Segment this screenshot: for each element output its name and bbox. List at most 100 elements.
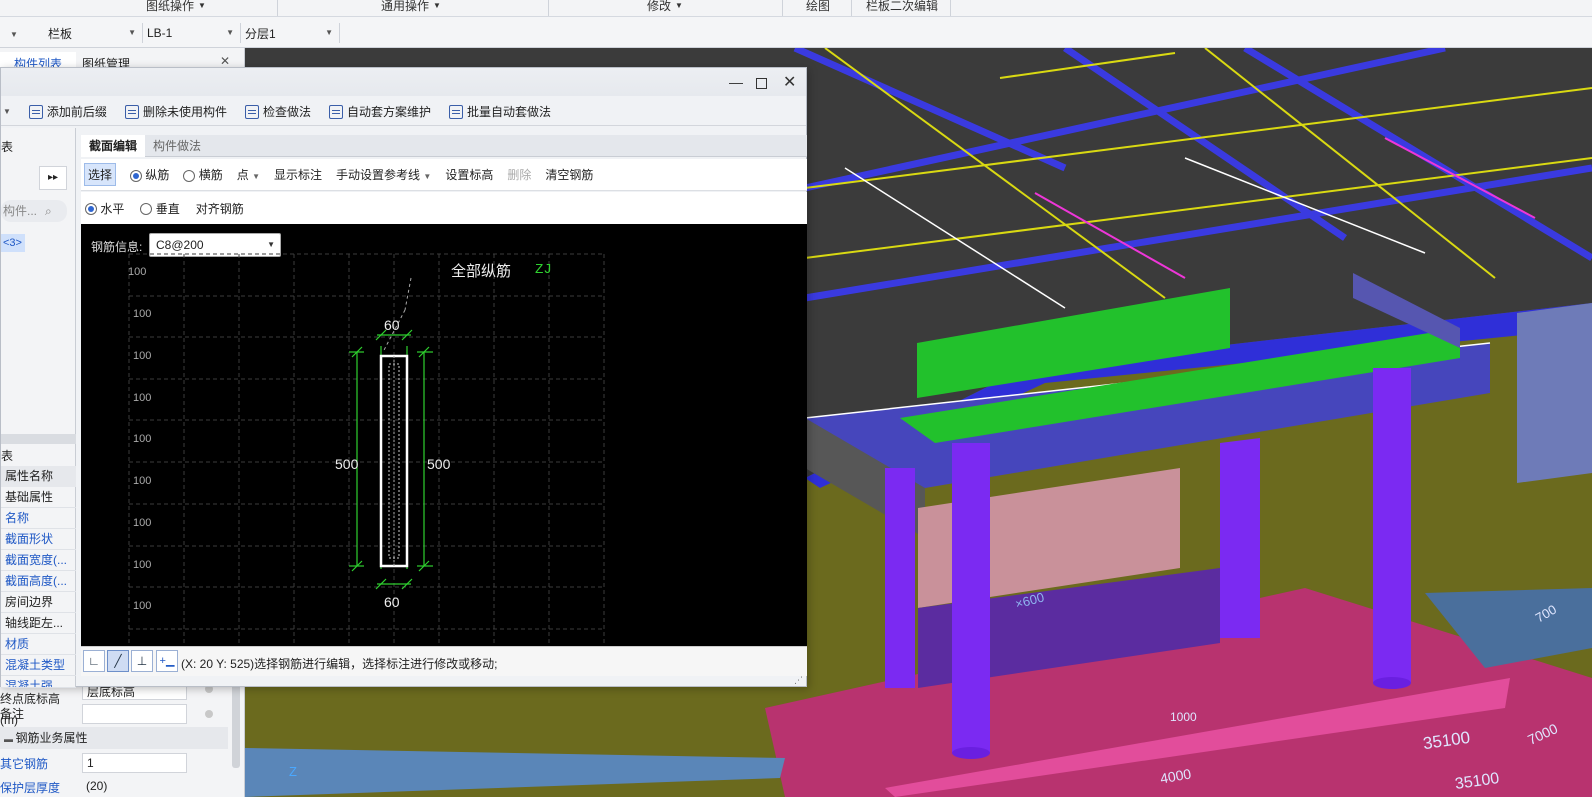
- leader-label[interactable]: 全部纵筋: [451, 260, 511, 281]
- other-rebar-input[interactable]: 1: [82, 753, 187, 773]
- grid-label: 100: [133, 308, 152, 320]
- manual-reference-dropdown[interactable]: 手动设置参考线 ▼: [336, 166, 431, 183]
- longitudinal-radio[interactable]: 纵筋: [130, 166, 169, 183]
- ribbon-group-common-ops[interactable]: 通用操作 ▼: [381, 0, 441, 13]
- divider: [950, 0, 951, 16]
- ribbon-group-drawing-ops[interactable]: 图纸操作 ▼: [146, 0, 206, 13]
- prop-row[interactable]: 房间边界: [1, 592, 76, 613]
- delete-list-icon: [124, 104, 139, 119]
- grid-label: 100: [133, 392, 152, 404]
- batch-auto-method-button[interactable]: 批量自动套做法: [448, 101, 551, 123]
- button-label: 添加前后缀: [46, 105, 107, 119]
- dim-right-height[interactable]: 500: [427, 456, 450, 472]
- prop-row[interactable]: 名称: [1, 508, 76, 529]
- expand-button[interactable]: ▸▸: [39, 166, 67, 190]
- prop-label: 混凝土类型: [5, 658, 66, 672]
- delete-button[interactable]: 删除: [507, 166, 531, 183]
- grid-label: 100: [133, 475, 152, 487]
- dim-bottom-width[interactable]: 60: [384, 594, 400, 610]
- select-button[interactable]: 选择: [84, 163, 117, 186]
- rebar-section-header[interactable]: ▬ 钢筋业务属性: [0, 727, 228, 749]
- minimize-icon[interactable]: —: [729, 74, 743, 90]
- radio-icon: [183, 169, 196, 182]
- clear-rebar-button[interactable]: 清空钢筋: [545, 166, 593, 183]
- show-dimension-button[interactable]: 显示标注: [274, 166, 322, 183]
- layer-select[interactable]: 分层1 ▼: [241, 23, 340, 43]
- prop-row[interactable]: 截面形状: [1, 529, 76, 550]
- chevron-down-icon[interactable]: ▼: [10, 30, 18, 39]
- component-item-badge[interactable]: <3>: [1, 234, 25, 252]
- maximize-icon[interactable]: [756, 78, 767, 89]
- check-method-button[interactable]: 检查做法: [244, 101, 311, 123]
- add-dimension-icon[interactable]: +▁: [156, 650, 178, 672]
- splitter[interactable]: [1, 434, 76, 444]
- pin-icon[interactable]: [205, 710, 213, 718]
- button-label: 自动套方案维护: [346, 105, 431, 119]
- vertical-radio[interactable]: 垂直: [140, 200, 180, 217]
- prop-row[interactable]: 截面宽度(...: [1, 550, 76, 571]
- align-rebar-button[interactable]: 对齐钢筋: [196, 200, 244, 217]
- prop-label: 基础属性: [5, 490, 54, 504]
- radio-label: 垂直: [155, 201, 180, 216]
- chevron-down-icon[interactable]: ▼: [3, 107, 11, 116]
- radio-label: 水平: [100, 201, 125, 216]
- list-icon: [28, 104, 43, 119]
- prop-row: 基础属性: [1, 487, 76, 508]
- ribbon-group-draw[interactable]: 绘图: [806, 0, 830, 13]
- chevron-down-icon: ▼: [198, 0, 206, 10]
- section-canvas[interactable]: 钢筋信息: C8@200 ▼ 100 100 100 100 100 100 1…: [81, 224, 807, 646]
- tab-section-edit[interactable]: 截面编辑: [81, 135, 146, 157]
- close-icon[interactable]: ✕: [783, 72, 796, 92]
- resize-grip-icon[interactable]: ⋰: [794, 675, 803, 686]
- section-drawing: [128, 253, 605, 646]
- ribbon-label: 通用操作: [381, 0, 430, 13]
- component-name-select[interactable]: LB-1 ▼: [143, 23, 241, 43]
- perpendicular-icon[interactable]: ⊥: [131, 650, 153, 672]
- prop-row[interactable]: 混凝土强: [1, 676, 76, 688]
- dimension-label: 1000: [1170, 710, 1197, 724]
- grid-label: 100: [133, 517, 152, 529]
- title-bar[interactable]: [1, 68, 806, 96]
- prop-row[interactable]: 截面高度(...: [1, 571, 76, 592]
- ortho-snap-icon[interactable]: ∟: [83, 650, 105, 672]
- props-header: 属性名称: [1, 466, 76, 487]
- tab-component-method[interactable]: 构件做法: [145, 135, 209, 157]
- prop-label: 混凝土强: [5, 679, 54, 688]
- ribbon-label: 修改: [647, 0, 672, 13]
- section-label: 表: [1, 449, 14, 463]
- auto-scheme-button[interactable]: 自动套方案维护: [328, 101, 431, 123]
- add-prefix-suffix-button[interactable]: 添加前后缀: [28, 101, 107, 123]
- prop-row[interactable]: 混凝土类型: [1, 655, 76, 676]
- radio-label: 横筋: [198, 168, 223, 182]
- prop-row[interactable]: 材质: [1, 634, 76, 655]
- remark-input[interactable]: [82, 704, 187, 724]
- zj-label: ZJ: [535, 262, 552, 278]
- selector-bar: ▼ 栏板 ▼ LB-1 ▼ 分层1 ▼: [0, 17, 1592, 48]
- free-line-icon[interactable]: ╱: [107, 650, 129, 672]
- button-label: 删除未使用构件: [142, 105, 227, 119]
- dim-left-height[interactable]: 500: [335, 456, 358, 472]
- select-value: 栏板: [48, 26, 73, 41]
- ribbon-group-parapet-edit[interactable]: 栏板二次编辑: [866, 0, 938, 13]
- component-type-select[interactable]: 栏板 ▼: [44, 23, 143, 43]
- ribbon-group-modify[interactable]: 修改 ▼: [647, 0, 683, 13]
- chevron-down-icon: ▼: [433, 0, 441, 10]
- horizontal-radio[interactable]: 水平: [85, 200, 124, 217]
- search-input[interactable]: 构件...: [1, 200, 67, 222]
- radio-checked-icon: [85, 203, 97, 216]
- collapse-icon: ▬: [4, 734, 16, 744]
- divider: [548, 0, 549, 16]
- delete-unused-button[interactable]: 删除未使用构件: [124, 101, 227, 123]
- prop-label-other-rebar: 其它钢筋: [0, 755, 48, 772]
- grid-label: 100: [133, 559, 152, 571]
- stirrup-radio[interactable]: 横筋: [183, 166, 223, 183]
- dim-top-width[interactable]: 60: [384, 317, 400, 333]
- search-icon: ⌕: [45, 204, 52, 218]
- prop-label: 截面宽度(...: [5, 553, 67, 567]
- point-dropdown[interactable]: 点 ▼: [237, 166, 260, 183]
- prop-row[interactable]: 轴线距左...: [1, 613, 76, 634]
- prop-label: 房间边界: [5, 595, 54, 609]
- close-icon[interactable]: ✕: [220, 54, 230, 68]
- cover-value[interactable]: (20): [82, 777, 187, 795]
- set-elevation-button[interactable]: 设置标高: [445, 166, 493, 183]
